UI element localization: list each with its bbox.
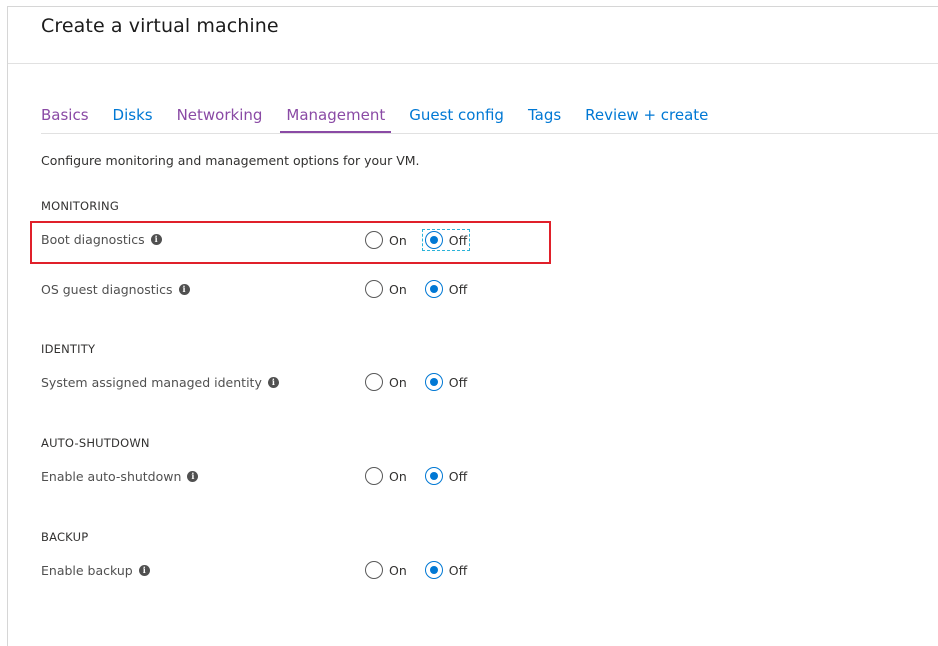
section-title-backup: BACKUP [41,530,89,544]
header-divider [8,63,938,64]
tab-basics[interactable]: Basics [41,104,95,131]
radio-circle [365,467,383,485]
wizard-tabs: Basics Disks Networking Management Guest… [41,104,726,134]
auto-shutdown-label: Enable auto-shutdown i [41,469,199,484]
radio-circle [424,280,443,298]
system-identity-radio-group: On Off [363,372,469,392]
page-title: Create a virtual machine [41,15,279,37]
info-icon[interactable]: i [138,565,150,576]
radio-label: Off [448,281,468,297]
radio-circle [365,373,383,391]
auto-shutdown-radio-group: On Off [363,466,469,486]
auto-shutdown-on-radio[interactable]: On [363,466,409,486]
radio-label: Off [448,562,468,578]
os-guest-diagnostics-label: OS guest diagnostics i [41,282,190,297]
info-icon[interactable]: i [178,284,190,295]
tab-disks[interactable]: Disks [107,104,159,131]
radio-circle [424,561,443,579]
radio-label: On [389,281,407,297]
tab-tags[interactable]: Tags [522,104,567,131]
radio-circle [424,467,443,485]
os-guest-diagnostics-label-text: OS guest diagnostics [41,282,173,297]
radio-label: On [389,468,407,484]
backup-label: Enable backup i [41,563,150,578]
radio-label: On [389,562,407,578]
info-icon[interactable]: i [187,471,199,482]
system-identity-label-text: System assigned managed identity [41,375,262,390]
radio-circle [365,280,383,298]
auto-shutdown-label-text: Enable auto-shutdown [41,469,182,484]
system-identity-off-radio[interactable]: Off [423,372,469,392]
backup-radio-group: On Off [363,560,469,580]
section-title-auto-shutdown: AUTO-SHUTDOWN [41,436,150,450]
tab-management[interactable]: Management [280,104,392,133]
info-icon[interactable]: i [267,377,279,388]
tabs-divider [41,133,938,134]
radio-label: Off [448,374,468,390]
backup-on-radio[interactable]: On [363,560,409,580]
system-identity-on-radio[interactable]: On [363,372,409,392]
backup-label-text: Enable backup [41,563,133,578]
auto-shutdown-off-radio[interactable]: Off [423,466,469,486]
highlight-box [30,221,551,264]
system-identity-label: System assigned managed identity i [41,375,279,390]
section-title-monitoring: MONITORING [41,199,119,213]
section-title-identity: IDENTITY [41,342,96,356]
backup-off-radio[interactable]: Off [423,560,469,580]
tab-guest-config[interactable]: Guest config [403,104,510,131]
tab-description: Configure monitoring and management opti… [41,153,420,168]
radio-label: Off [448,468,468,484]
tab-review-create[interactable]: Review + create [579,104,714,131]
os-guest-diagnostics-radio-group: On Off [363,279,469,299]
radio-circle [424,373,443,391]
radio-circle [365,561,383,579]
radio-label: On [389,374,407,390]
tab-networking[interactable]: Networking [171,104,269,131]
os-guest-diagnostics-on-radio[interactable]: On [363,279,409,299]
blade-frame [7,6,938,646]
os-guest-diagnostics-off-radio[interactable]: Off [423,279,469,299]
